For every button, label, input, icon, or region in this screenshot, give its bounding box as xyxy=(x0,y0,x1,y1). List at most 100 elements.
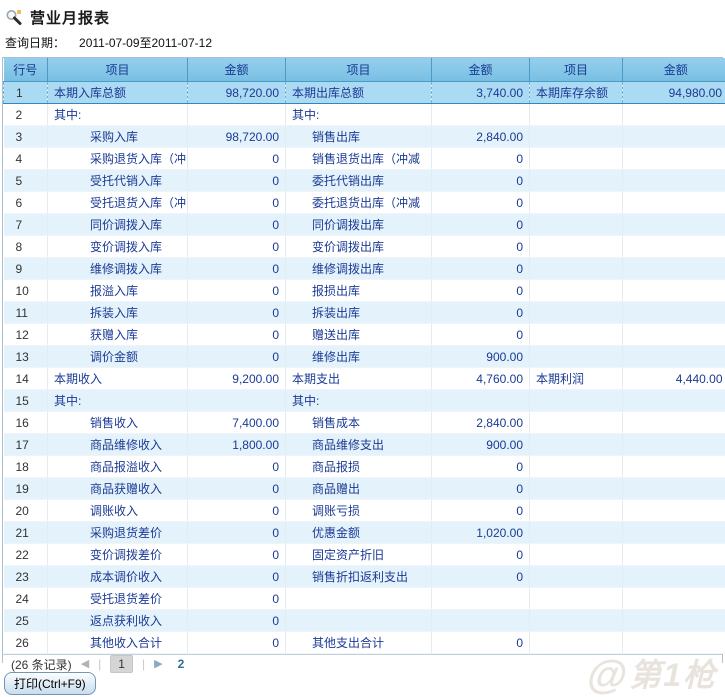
item-cell: 优惠金额 xyxy=(286,522,432,544)
table-row[interactable]: 19商品获赠收入0商品赠出0 xyxy=(4,478,725,500)
print-button[interactable]: 打印(Ctrl+F9) xyxy=(4,672,96,695)
table-row[interactable]: 9维修调拨入库0维修调拨出库0 xyxy=(4,258,725,280)
amount-cell: 900.00 xyxy=(432,434,530,456)
item-cell xyxy=(530,214,623,236)
table-row[interactable]: 7同价调拨入库0同价调拨出库0 xyxy=(4,214,725,236)
item-cell: 固定资产折旧 xyxy=(286,544,432,566)
amount-cell xyxy=(623,456,725,478)
table-row[interactable]: 22变价调拨差价0固定资产折旧0 xyxy=(4,544,725,566)
amount-cell: 0 xyxy=(432,478,530,500)
item-cell xyxy=(530,522,623,544)
prev-page-icon[interactable]: ◀ xyxy=(81,659,89,670)
table-row[interactable]: 12获赠入库0赠送出库0 xyxy=(4,324,725,346)
amount-cell: 2,840.00 xyxy=(432,412,530,434)
row-number-cell: 11 xyxy=(4,302,48,324)
amount-cell: 0 xyxy=(432,214,530,236)
item-cell: 维修调拨出库 xyxy=(286,258,432,280)
item-cell: 其中: xyxy=(48,390,188,412)
column-header[interactable]: 金额 xyxy=(188,58,286,82)
amount-cell: 900.00 xyxy=(432,346,530,368)
magnifier-report-icon xyxy=(5,9,23,27)
table-row[interactable]: 20调账收入0调账亏损0 xyxy=(4,500,725,522)
table-row[interactable]: 14本期收入9,200.00本期支出4,760.00本期利润4,440.00 xyxy=(4,368,725,390)
amount-cell: 0 xyxy=(432,258,530,280)
amount-cell: 0 xyxy=(432,148,530,170)
item-cell xyxy=(530,302,623,324)
amount-cell: 0 xyxy=(188,522,286,544)
table-row[interactable]: 17商品维修收入1,800.00商品维修支出900.00 xyxy=(4,434,725,456)
pagination-bar: (26 条记录) ◀ | 1 | ▶ 2 xyxy=(3,654,722,673)
row-number-cell: 4 xyxy=(4,148,48,170)
amount-cell xyxy=(623,192,725,214)
amount-cell xyxy=(623,522,725,544)
column-header[interactable]: 项目 xyxy=(530,58,623,82)
item-cell: 商品维修支出 xyxy=(286,434,432,456)
table-row[interactable]: 15其中:其中: xyxy=(4,390,725,412)
amount-cell xyxy=(623,588,725,610)
column-header[interactable]: 金额 xyxy=(623,58,725,82)
row-number-cell: 10 xyxy=(4,280,48,302)
column-header[interactable]: 项目 xyxy=(286,58,432,82)
table-row[interactable]: 24受托退货差价0 xyxy=(4,588,725,610)
item-cell xyxy=(530,478,623,500)
item-cell: 维修调拨入库 xyxy=(48,258,188,280)
table-row[interactable]: 6受托退货入库（冲0委托退货出库（冲减0 xyxy=(4,192,725,214)
table-row[interactable]: 3采购入库98,720.00销售出库2,840.00 xyxy=(4,126,725,148)
amount-cell: 0 xyxy=(432,632,530,654)
report-table-container: 行号项目金额项目金额项目金额 1本期入库总额98,720.00本期出库总额3,7… xyxy=(2,57,723,663)
item-cell xyxy=(530,610,623,632)
next-page-icon[interactable]: ▶ xyxy=(154,659,162,670)
row-number-cell: 5 xyxy=(4,170,48,192)
table-row[interactable]: 26其他收入合计0其他支出合计0 xyxy=(4,632,725,654)
amount-cell: 0 xyxy=(188,588,286,610)
amount-cell: 7,400.00 xyxy=(188,412,286,434)
row-number-cell: 3 xyxy=(4,126,48,148)
amount-cell xyxy=(623,280,725,302)
item-cell: 采购退货入库（冲 xyxy=(48,148,188,170)
item-cell xyxy=(530,412,623,434)
item-cell xyxy=(530,390,623,412)
item-cell: 报损出库 xyxy=(286,280,432,302)
row-number-cell: 24 xyxy=(4,588,48,610)
amount-cell: 0 xyxy=(432,302,530,324)
amount-cell: 0 xyxy=(432,170,530,192)
table-row[interactable]: 13调价金额0维修出库900.00 xyxy=(4,346,725,368)
current-page: 1 xyxy=(110,655,133,673)
item-cell: 其中: xyxy=(48,104,188,126)
table-row[interactable]: 8变价调拨入库0变价调拨出库0 xyxy=(4,236,725,258)
table-row[interactable]: 11拆装入库0拆装出库0 xyxy=(4,302,725,324)
amount-cell: 1,800.00 xyxy=(188,434,286,456)
item-cell: 商品报损 xyxy=(286,456,432,478)
table-row[interactable]: 18商品报溢收入0商品报损0 xyxy=(4,456,725,478)
table-row[interactable]: 21采购退货差价0优惠金额1,020.00 xyxy=(4,522,725,544)
column-header[interactable]: 项目 xyxy=(48,58,188,82)
table-row[interactable]: 1本期入库总额98,720.00本期出库总额3,740.00本期库存余额94,9… xyxy=(4,82,725,104)
table-row[interactable]: 25返点获利收入0 xyxy=(4,610,725,632)
report-table: 行号项目金额项目金额项目金额 1本期入库总额98,720.00本期出库总额3,7… xyxy=(3,58,725,654)
amount-cell: 0 xyxy=(188,566,286,588)
row-number-cell: 9 xyxy=(4,258,48,280)
amount-cell xyxy=(623,346,725,368)
item-cell: 变价调拨出库 xyxy=(286,236,432,258)
item-cell: 赠送出库 xyxy=(286,324,432,346)
page-2-link[interactable]: 2 xyxy=(178,657,185,671)
row-number-cell: 18 xyxy=(4,456,48,478)
row-number-cell: 20 xyxy=(4,500,48,522)
item-cell xyxy=(530,456,623,478)
item-cell xyxy=(286,610,432,632)
row-number-cell: 12 xyxy=(4,324,48,346)
table-row[interactable]: 2其中:其中: xyxy=(4,104,725,126)
item-cell: 采购退货差价 xyxy=(48,522,188,544)
amount-cell xyxy=(623,632,725,654)
column-header[interactable]: 行号 xyxy=(4,58,48,82)
table-row[interactable]: 10报溢入库0报损出库0 xyxy=(4,280,725,302)
table-row[interactable]: 4采购退货入库（冲0销售退货出库（冲减0 xyxy=(4,148,725,170)
table-row[interactable]: 23成本调价收入0销售折扣返利支出0 xyxy=(4,566,725,588)
column-header[interactable]: 金额 xyxy=(432,58,530,82)
item-cell: 受托退货差价 xyxy=(48,588,188,610)
table-row[interactable]: 16销售收入7,400.00销售成本2,840.00 xyxy=(4,412,725,434)
amount-cell: 0 xyxy=(188,214,286,236)
item-cell xyxy=(530,544,623,566)
pager-separator: | xyxy=(142,657,145,671)
table-row[interactable]: 5受托代销入库0委托代销出库0 xyxy=(4,170,725,192)
